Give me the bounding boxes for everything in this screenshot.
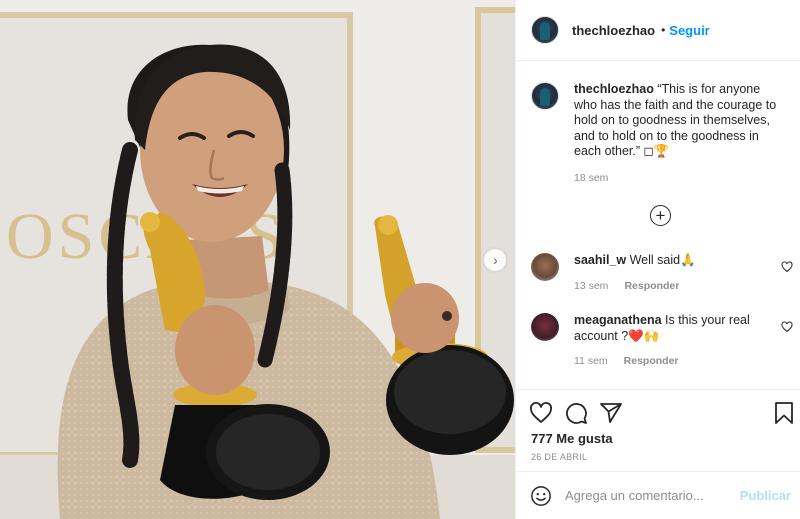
comment-timestamp[interactable]: 13 sem [574,279,608,295]
follow-button[interactable]: Seguir [669,23,709,38]
comment-icon[interactable] [564,401,588,425]
add-comment-bar: Publicar [516,471,800,519]
emoji-icon[interactable] [530,485,552,507]
comment-username[interactable]: meaganathena [574,313,662,327]
avatar[interactable] [531,16,559,44]
share-icon[interactable] [599,401,623,425]
caption-avatar[interactable] [531,82,559,110]
comment-item: saahil_w Well said🙏 13 sem Responder [531,253,793,294]
post-side-panel: thechloezhao • Seguir thechloezhao “This… [515,0,800,519]
plus-icon: + [655,205,666,225]
reply-button[interactable]: Responder [624,354,679,370]
bookmark-icon[interactable] [772,401,796,425]
caption-username[interactable]: thechloezhao [574,82,654,96]
reply-button[interactable]: Responder [624,279,679,295]
header-username[interactable]: thechloezhao [572,23,655,38]
heart-icon[interactable] [529,401,553,425]
post-caption: thechloezhao “This is for anyone who has… [531,82,791,186]
post-photo[interactable]: OSCARS [0,0,515,519]
post-date[interactable]: 26 DE ABRIL [531,452,587,462]
comment-text: Well said🙏 [629,253,696,267]
comment-timestamp[interactable]: 11 sem [574,354,608,370]
photo-illustration: OSCARS [0,0,515,519]
likes-count[interactable]: 777 Me gusta [531,431,613,446]
post-header: thechloezhao • Seguir [516,0,800,61]
comment-input[interactable] [565,488,735,503]
comment-username[interactable]: saahil_w [574,253,626,267]
post-actions: 777 Me gusta 26 DE ABRIL [516,389,800,471]
comment-item: meaganathena Is this your real account ?… [531,313,793,370]
caption-timestamp[interactable]: 18 sem [574,171,779,187]
publish-button[interactable]: Publicar [740,488,791,503]
separator-dot: • [661,23,666,37]
carousel-next-button[interactable]: › [484,249,506,271]
load-more-comments-button[interactable]: + [650,205,671,226]
heart-icon[interactable] [781,321,793,333]
comment-avatar[interactable] [531,313,559,341]
heart-icon[interactable] [781,261,793,273]
chevron-right-icon: › [493,252,498,268]
comment-avatar[interactable] [531,253,559,281]
